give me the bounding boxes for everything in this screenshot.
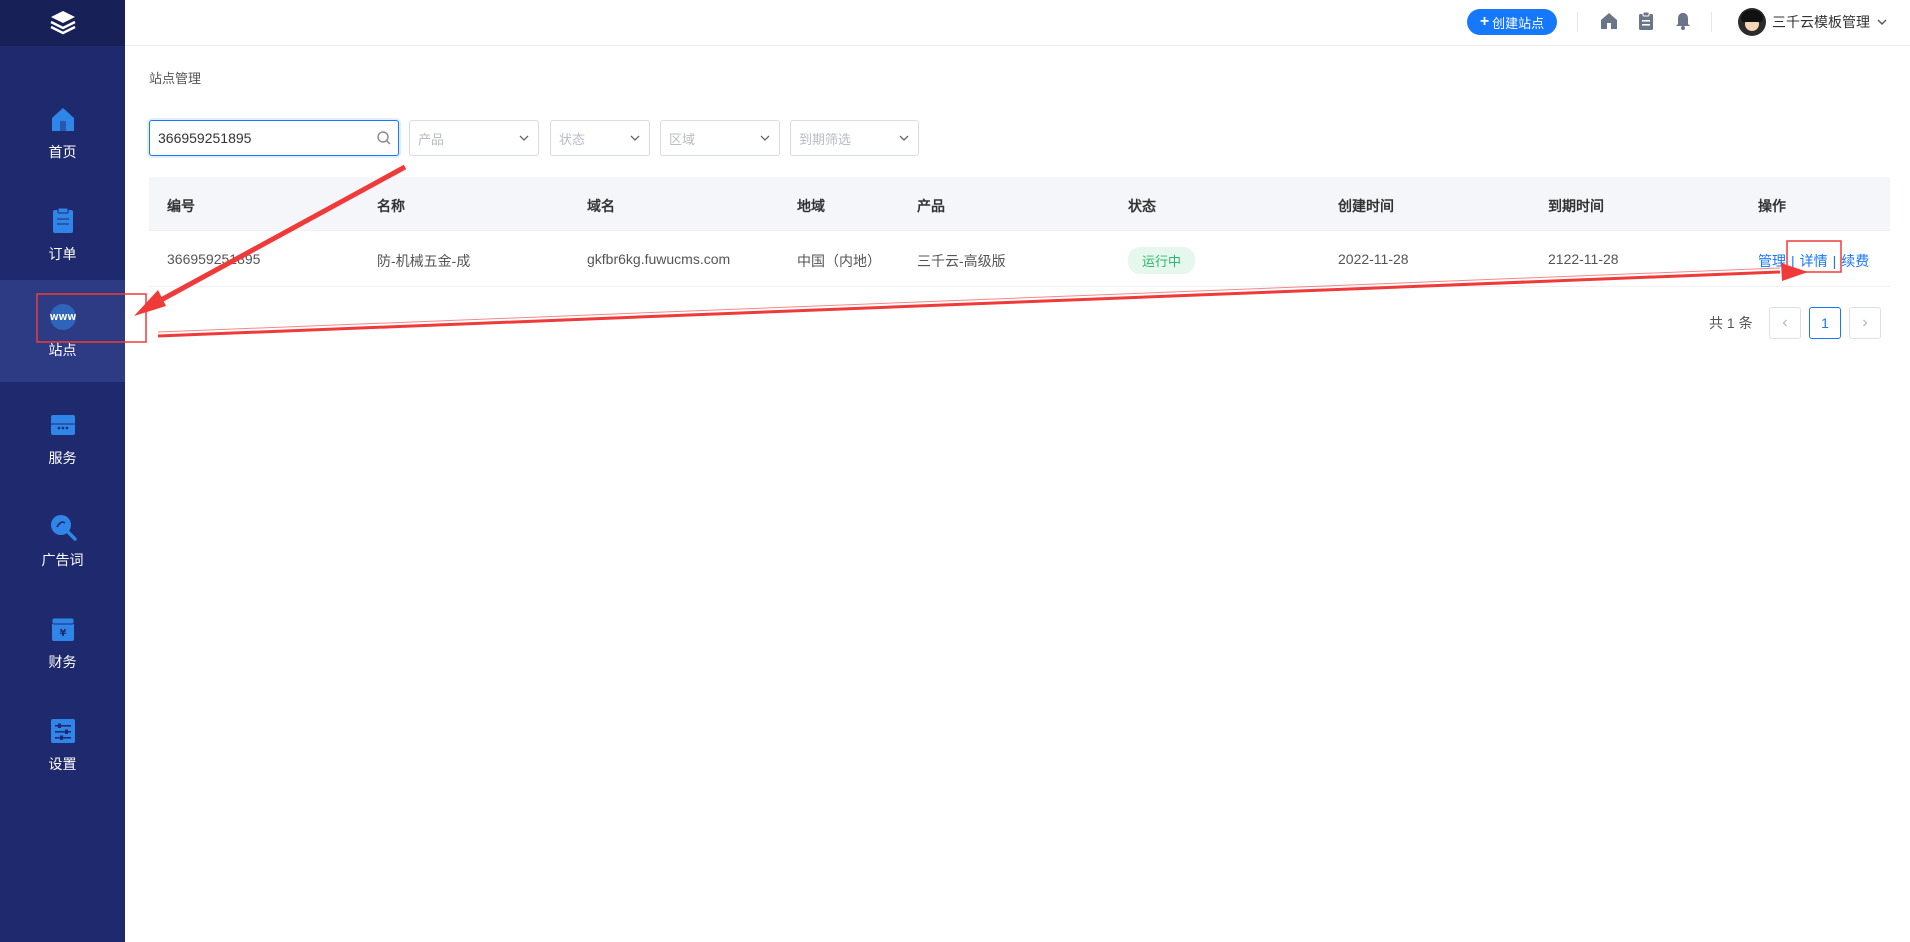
status-placeholder: 状态: [559, 131, 586, 147]
sidebar-item-services[interactable]: 服务: [0, 388, 125, 490]
cell-created: 2022-11-28: [1338, 251, 1409, 267]
status-badge: 运行中: [1128, 247, 1196, 274]
order-icon: [52, 207, 73, 233]
product-placeholder: 产品: [418, 131, 445, 147]
chevron-down-icon: [519, 135, 529, 141]
search-box[interactable]: [149, 120, 399, 156]
column-header-actions: 操作: [1758, 198, 1786, 214]
sidebar-item-label: 广告词: [41, 552, 84, 568]
chevron-down-icon: [899, 135, 909, 141]
svg-text:WWW: WWW: [49, 313, 76, 322]
svg-text:¥: ¥: [59, 628, 66, 639]
user-menu[interactable]: 三千云模板管理: [1738, 5, 1888, 39]
manage-link[interactable]: 管理: [1758, 253, 1786, 269]
column-header-id: 编号: [167, 198, 195, 214]
region-placeholder: 区域: [669, 131, 696, 147]
column-header-product: 产品: [917, 198, 945, 214]
product-select[interactable]: 产品: [409, 120, 539, 156]
cell-name: 防-机械五金-成: [377, 253, 471, 269]
create-site-button[interactable]: + 创建站点: [1467, 9, 1557, 35]
status-select[interactable]: 状态: [550, 120, 650, 156]
create-site-label: 创建站点: [1492, 15, 1545, 31]
region-select[interactable]: 区域: [660, 120, 780, 156]
breadcrumb: 站点管理: [149, 71, 202, 86]
sidebar-item-label: 服务: [48, 450, 77, 466]
column-header-expires: 到期时间: [1548, 198, 1604, 214]
page-button-current[interactable]: 1: [1809, 307, 1841, 339]
sidebar-item-finance[interactable]: ¥ 财务: [0, 592, 125, 694]
column-header-status: 状态: [1128, 198, 1156, 214]
column-header-created: 创建时间: [1338, 198, 1394, 214]
total-count: 共 1 条: [1709, 315, 1753, 331]
row-actions: 管理 | 详情 | 续费: [1758, 253, 1870, 269]
avatar: [1738, 8, 1766, 36]
cell-expires: 2122-11-28: [1548, 251, 1619, 267]
chevron-right-icon: [1863, 319, 1868, 327]
chevron-left-icon: [1782, 319, 1787, 327]
search-icon[interactable]: [376, 130, 392, 146]
sidebar-item-settings[interactable]: 设置: [0, 694, 125, 796]
settings-icon: [50, 719, 75, 743]
details-link[interactable]: 详情: [1800, 253, 1828, 269]
cell-region: 中国（内地）: [797, 253, 881, 269]
top-header: + 创建站点 三千云模板管理: [125, 0, 1910, 46]
service-icon: [50, 415, 75, 435]
header-divider: [1711, 12, 1712, 32]
cell-product: 三千云-高级版: [917, 253, 1006, 269]
sidebar-item-keywords[interactable]: 广告词: [0, 490, 125, 592]
plus-icon: +: [1479, 13, 1490, 30]
cell-id: 366959251895: [167, 251, 261, 267]
column-header-region: 地域: [797, 198, 825, 214]
sidebar-item-label: 设置: [48, 756, 77, 772]
bell-icon[interactable]: [1672, 10, 1694, 32]
renew-link[interactable]: 续费: [1841, 253, 1869, 269]
column-header-name: 名称: [377, 198, 405, 214]
column-header-domain: 域名: [587, 198, 615, 214]
user-name: 三千云模板管理: [1772, 14, 1870, 30]
layers-logo-icon: [49, 11, 76, 35]
search-input[interactable]: [158, 130, 358, 146]
expire-select[interactable]: 到期筛选: [790, 120, 919, 156]
clipboard-icon[interactable]: [1635, 10, 1657, 32]
www-icon: WWW: [49, 304, 76, 330]
chevron-down-icon: [630, 135, 640, 141]
sidebar-item-label: 财务: [48, 654, 77, 670]
cell-domain: gkfbr6kg.fuwucms.com: [587, 251, 731, 267]
home-icon[interactable]: [1598, 10, 1620, 32]
sidebar-item-label: 首页: [48, 144, 77, 160]
logo[interactable]: [0, 0, 125, 46]
sidebar-item-home[interactable]: 首页: [0, 82, 125, 184]
header-divider: [1577, 12, 1578, 32]
sidebar-item-sites[interactable]: WWW 站点: [0, 280, 125, 382]
home-icon: [51, 108, 74, 131]
sidebar: 首页 订单 WWW 站点 服务 广告词 ¥ 财务 设置: [0, 0, 125, 942]
prev-page-button[interactable]: [1769, 307, 1801, 339]
keyword-icon: [50, 515, 77, 541]
finance-icon: ¥: [51, 617, 74, 641]
chevron-down-icon: [760, 135, 770, 141]
next-page-button[interactable]: [1849, 307, 1881, 339]
chevron-down-icon: [1877, 19, 1887, 25]
expire-placeholder: 到期筛选: [799, 131, 852, 147]
sidebar-item-label: 订单: [48, 246, 77, 262]
table-header: [149, 177, 1890, 231]
sidebar-item-orders[interactable]: 订单: [0, 184, 125, 286]
sidebar-item-label: 站点: [48, 342, 77, 358]
